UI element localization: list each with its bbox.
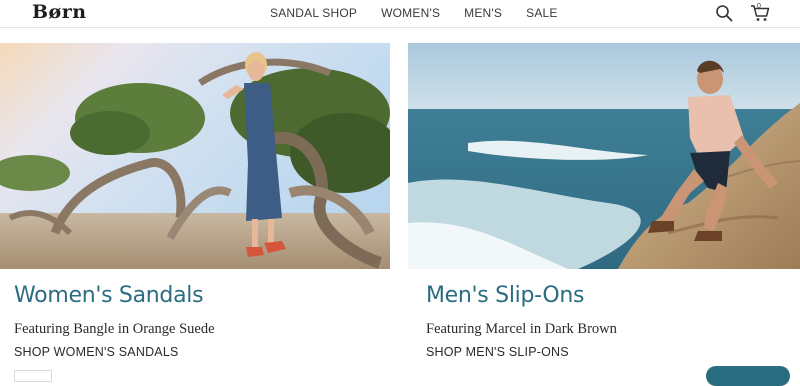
card-subtitle: Featuring Marcel in Dark Brown xyxy=(426,321,617,337)
main-nav: SANDAL SHOP WOMEN'S MEN'S SALE xyxy=(270,6,558,20)
womens-sandals-card[interactable]: Women's Sandals Featuring Bangle in Oran… xyxy=(0,43,390,359)
shop-mens-slip-ons-link[interactable]: SHOP MEN'S SLIP-ONS xyxy=(426,345,569,359)
card-title[interactable]: Women's Sandals xyxy=(14,283,204,308)
cart-count-badge: 0 xyxy=(757,3,761,10)
search-icon[interactable] xyxy=(715,4,733,22)
shop-womens-sandals-link[interactable]: SHOP WOMEN'S SANDALS xyxy=(14,345,179,359)
mens-hero-image[interactable] xyxy=(408,43,800,269)
womens-hero-image[interactable] xyxy=(0,43,390,269)
card-title[interactable]: Men's Slip-Ons xyxy=(426,283,585,308)
nav-item-sandal-shop[interactable]: SANDAL SHOP xyxy=(270,6,357,20)
nav-item-womens[interactable]: WOMEN'S xyxy=(381,6,440,20)
brand-logo[interactable]: Børn xyxy=(32,1,87,23)
site-header: Børn SANDAL SHOP WOMEN'S MEN'S SALE 0 xyxy=(0,0,800,28)
card-subtitle: Featuring Bangle in Orange Suede xyxy=(14,321,215,337)
nav-item-mens[interactable]: MEN'S xyxy=(464,6,502,20)
mens-slip-ons-card[interactable]: Men's Slip-Ons Featuring Marcel in Dark … xyxy=(408,43,800,359)
partial-control[interactable] xyxy=(14,370,52,382)
nav-item-sale[interactable]: SALE xyxy=(526,6,558,20)
chat-button[interactable] xyxy=(706,366,790,386)
